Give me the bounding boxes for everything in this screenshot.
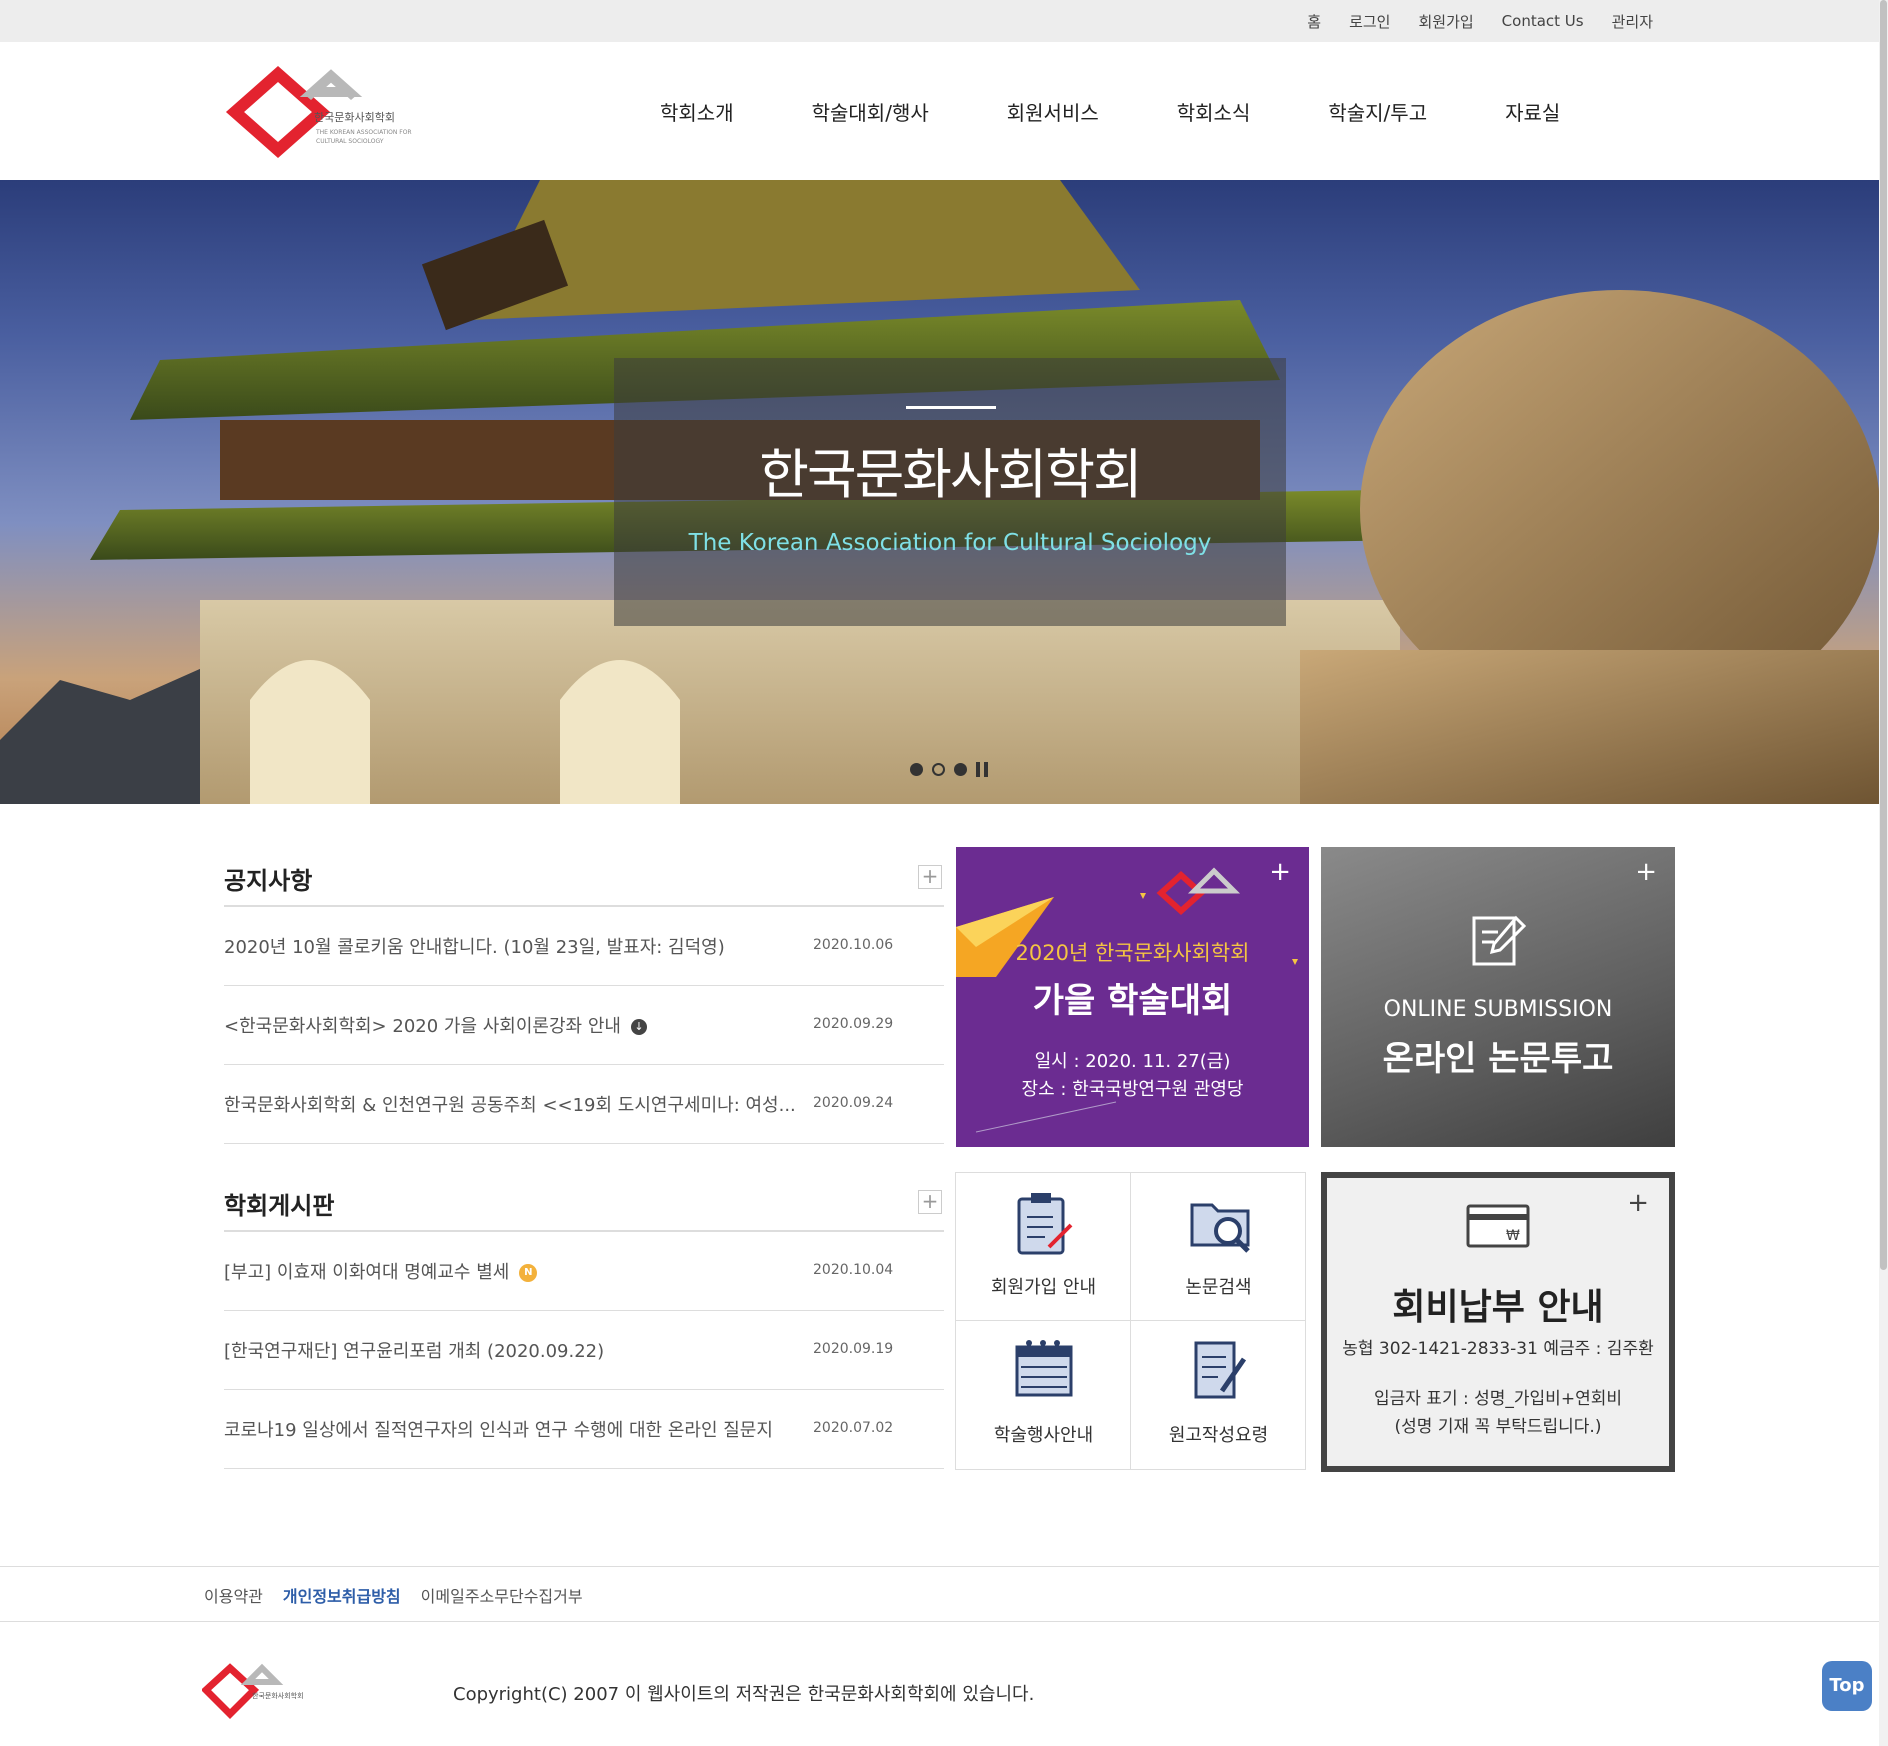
nav-item-news[interactable]: 학회소식	[1177, 97, 1251, 126]
quick-manuscript-guide[interactable]: 원고작성요령	[1131, 1321, 1306, 1469]
fee-note-2: (성명 기재 꼭 부탁드립니다.)	[1394, 1417, 1602, 1437]
edit-document-icon	[1472, 915, 1526, 966]
hero-slider: 한국문화사회학회 The Korean Association for Cult…	[0, 180, 1888, 804]
membership-fee-box[interactable]: + ₩ 회비납부 안내 농협 302-1421-2833-31 예금주 : 김주…	[1321, 1172, 1675, 1472]
nav-item-archive[interactable]: 자료실	[1505, 97, 1560, 126]
site-header: 한국문화사회학회 THE KOREAN ASSOCIATION FOR CULT…	[0, 42, 1888, 180]
nav-item-about[interactable]: 학회소개	[660, 97, 734, 126]
board-row-date: 2020.10.04	[813, 1262, 894, 1278]
fee-more-icon[interactable]: +	[1627, 1188, 1649, 1218]
conference-banner[interactable]: + 2020년 한국문화사회학회 가을 학술대회 일시 : 2020. 11. …	[956, 847, 1309, 1147]
online-submission-banner[interactable]: + ONLINE SUBMISSION 온라인 논문투고	[1321, 847, 1675, 1147]
notice-row[interactable]: 한국문화사회학회 & 인천연구원 공동주최 <<19회 도시연구세미나: 여성.…	[224, 1065, 944, 1144]
scrollbar-thumb[interactable]	[1880, 0, 1887, 1270]
notice-more-button[interactable]: +	[918, 865, 942, 889]
online-more-icon[interactable]: +	[1635, 857, 1657, 887]
fee-title: 회비납부 안내	[1392, 1287, 1604, 1328]
logo-mark-icon: 한국문화사회학회 THE KOREAN ASSOCIATION FOR CULT…	[225, 65, 412, 159]
quick-paper-search[interactable]: 논문검색	[1131, 1173, 1306, 1321]
conference-title: 가을 학술대회	[1032, 981, 1233, 1021]
slider-controls	[910, 762, 988, 777]
fee-note-1: 입금자 표기 : 성명_가입비+연회비	[1373, 1389, 1622, 1409]
notice-board: 공지사항 + 2020년 10월 콜로키움 안내합니다. (10월 23일, 발…	[224, 847, 944, 1144]
society-board: 학회게시판 + [부고] 이효재 이화여대 명예교수 별세 N 2020.10.0…	[224, 1172, 944, 1469]
home-link[interactable]: 홈	[1307, 11, 1321, 32]
online-submission-en: ONLINE SUBMISSION	[1383, 997, 1613, 1022]
email-refusal-link[interactable]: 이메일주소무단수집거부	[421, 1583, 583, 1607]
login-link[interactable]: 로그인	[1349, 11, 1390, 32]
hero-title: 한국문화사회학회	[759, 443, 1142, 506]
notice-row-date: 2020.09.24	[813, 1095, 894, 1111]
logo-english-line1: THE KOREAN ASSOCIATION FOR	[315, 129, 412, 136]
logo-korean-text: 한국문화사회학회	[314, 111, 395, 124]
logo-english-line2: CULTURAL SOCIOLOGY	[316, 138, 384, 145]
terms-link[interactable]: 이용약관	[204, 1583, 263, 1607]
quick-membership-guide[interactable]: 회원가입 안내	[956, 1173, 1131, 1321]
signup-link[interactable]: 회원가입	[1418, 11, 1473, 32]
footer-logo-mark-icon: 한국문화사회학회	[200, 1663, 304, 1719]
footer-logo: 한국문화사회학회	[200, 1660, 322, 1722]
quick-membership-label: 회원가입 안내	[990, 1277, 1097, 1298]
notice-row-title[interactable]: 2020년 10월 콜로키움 안내합니다. (10월 23일, 발표자: 김덕영…	[224, 933, 804, 959]
notice-row-title[interactable]: <한국문화사회학회> 2020 가을 사회이론강좌 안내 ↓	[224, 1012, 804, 1038]
top-utility-bar: 홈 로그인 회원가입 Contact Us 관리자	[0, 0, 1888, 42]
notice-header: 공지사항 +	[224, 847, 944, 907]
notice-row[interactable]: <한국문화사회학회> 2020 가을 사회이론강좌 안내 ↓ 2020.09.29	[224, 986, 944, 1065]
society-board-title: 학회게시판	[224, 1192, 335, 1220]
quick-paper-search-label: 논문검색	[1185, 1277, 1252, 1298]
board-row-date: 2020.07.02	[813, 1420, 894, 1436]
board-row-title[interactable]: [부고] 이효재 이화여대 명예교수 별세 N	[224, 1258, 804, 1284]
slide-dot-1[interactable]	[910, 763, 923, 776]
folder-search-icon	[1190, 1203, 1250, 1253]
slide-dot-2[interactable]	[932, 763, 945, 776]
board-row[interactable]: [한국연구재단] 연구윤리포럼 개최 (2020.09.22) 2020.09.…	[224, 1311, 944, 1390]
hero-subtitle: The Korean Association for Cultural Soci…	[688, 530, 1212, 556]
nav-item-conference[interactable]: 학술대회/행사	[812, 97, 929, 126]
fee-account: 농협 302-1421-2833-31 예금주 : 김주환	[1342, 1339, 1654, 1359]
board-row[interactable]: 코로나19 일상에서 질적연구자의 인식과 연구 수행에 대한 온라인 질문지 …	[224, 1390, 944, 1469]
site-logo[interactable]: 한국문화사회학회 THE KOREAN ASSOCIATION FOR CULT…	[218, 62, 423, 162]
board-row-date: 2020.09.19	[813, 1341, 894, 1357]
quick-menu: 회원가입 안내 논문검색 학술행사안내 원고작성요령	[955, 1172, 1306, 1470]
board-row-title[interactable]: 코로나19 일상에서 질적연구자의 인식과 연구 수행에 대한 온라인 질문지	[224, 1416, 804, 1442]
card-payment-icon: ₩	[1466, 1204, 1530, 1248]
copyright-text: Copyright(C) 2007 이 웹사이트의 저작권은 한국문화사회학회에…	[453, 1684, 1035, 1705]
contact-link[interactable]: Contact Us	[1502, 12, 1584, 30]
society-board-more-button[interactable]: +	[918, 1190, 942, 1214]
scroll-top-button[interactable]: Top	[1822, 1661, 1872, 1711]
nav-item-journal[interactable]: 학술지/투고	[1328, 97, 1427, 126]
pause-icon[interactable]	[976, 762, 988, 777]
hero-divider	[906, 406, 996, 409]
calendar-icon	[1015, 1340, 1073, 1397]
privacy-policy-link[interactable]: 개인정보취급방침	[283, 1583, 401, 1607]
footer-links: 이용약관 개인정보취급방침 이메일주소무단수집거부	[0, 1566, 1888, 1622]
notice-row-date: 2020.09.29	[813, 1016, 894, 1032]
admin-link[interactable]: 관리자	[1612, 11, 1653, 32]
conference-place: 장소 : 한국국방연구원 관영당	[1021, 1079, 1244, 1100]
slide-dot-3[interactable]	[954, 763, 967, 776]
online-submission-ko: 온라인 논문투고	[1382, 1039, 1614, 1079]
conference-year-label: 2020년 한국문화사회학회	[1015, 941, 1250, 965]
new-badge-icon: N	[519, 1264, 538, 1282]
notice-row-date: 2020.10.06	[813, 937, 894, 953]
main-nav: 학회소개 학술대회/행사 회원서비스 학회소식 학술지/투고 자료실	[660, 42, 1560, 180]
quick-manuscript-label: 원고작성요령	[1168, 1425, 1269, 1446]
notice-row[interactable]: 2020년 10월 콜로키움 안내합니다. (10월 23일, 발표자: 김덕영…	[224, 907, 944, 986]
hero-caption-box: 한국문화사회학회 The Korean Association for Cult…	[614, 358, 1286, 626]
board-row[interactable]: [부고] 이효재 이화여대 명예교수 별세 N 2020.10.04	[224, 1232, 944, 1311]
quick-events[interactable]: 학술행사안내	[956, 1321, 1131, 1469]
svg-text:₩: ₩	[1506, 1228, 1520, 1244]
conference-date: 일시 : 2020. 11. 27(금)	[1034, 1051, 1231, 1072]
society-board-header: 학회게시판 +	[224, 1172, 944, 1232]
download-icon: ↓	[630, 1019, 647, 1035]
clipboard-icon	[1017, 1193, 1073, 1255]
document-pen-icon	[1194, 1341, 1247, 1399]
quick-events-label: 학술행사안내	[993, 1425, 1094, 1446]
notice-row-title[interactable]: 한국문화사회학회 & 인천연구원 공동주최 <<19회 도시연구세미나: 여성.…	[224, 1091, 804, 1117]
nav-item-member-service[interactable]: 회원서비스	[1007, 97, 1099, 126]
notice-title: 공지사항	[224, 867, 313, 895]
footer-logo-text: 한국문화사회학회	[252, 1691, 304, 1700]
conference-more-icon[interactable]: +	[1269, 857, 1291, 887]
board-row-title[interactable]: [한국연구재단] 연구윤리포럼 개최 (2020.09.22)	[224, 1337, 804, 1363]
